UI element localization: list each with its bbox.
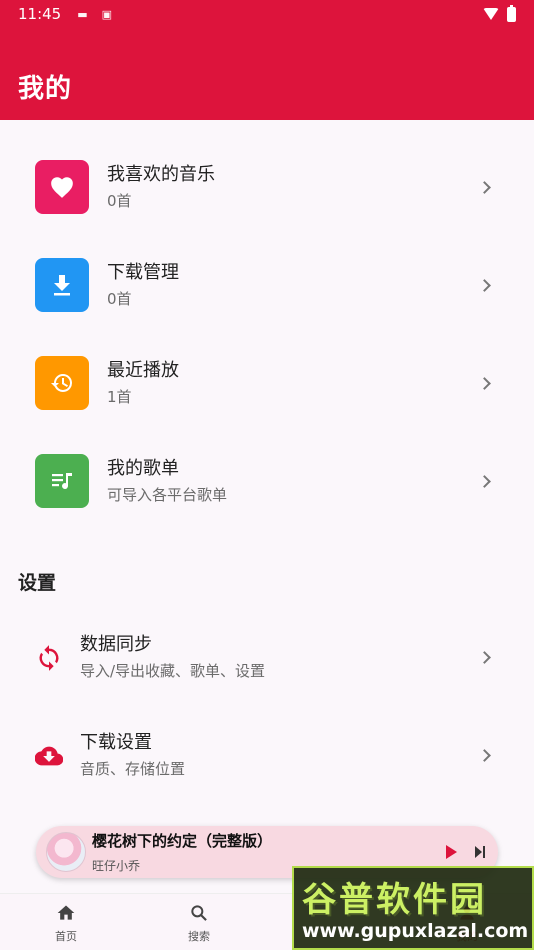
- wifi-icon: [483, 8, 499, 20]
- menu-subtitle: 可导入各平台歌单: [107, 486, 228, 504]
- setting-subtitle: 音质、存储位置: [80, 760, 186, 778]
- battery-icon: [507, 4, 516, 22]
- cloud-download-icon: [35, 746, 63, 766]
- tab-home[interactable]: 首页: [21, 894, 111, 950]
- settings-heading: 设置: [18, 572, 57, 594]
- setting-item-sync[interactable]: 数据同步 导入/导出收藏、歌单、设置: [0, 613, 534, 703]
- notification-icon: ▬: [77, 7, 88, 21]
- menu-subtitle: 0首: [107, 290, 132, 308]
- heart-icon: [35, 160, 89, 214]
- menu-item-downloads[interactable]: 下载管理 0首: [0, 236, 534, 334]
- menu-title: 我的歌单: [107, 458, 179, 479]
- tab-label: 搜索: [188, 930, 210, 943]
- watermark: 谷普软件园 www.gupuxlazal.com: [292, 866, 534, 950]
- status-time: 11:45: [18, 5, 62, 23]
- history-icon: [35, 356, 89, 410]
- tab-label: 首页: [55, 930, 77, 943]
- setting-item-download[interactable]: 下载设置 音质、存储位置: [0, 711, 534, 801]
- menu-title: 最近播放: [107, 360, 179, 381]
- menu-item-recent[interactable]: 最近播放 1首: [0, 334, 534, 432]
- a-icon: ▣: [101, 7, 113, 21]
- menu-item-favorites[interactable]: 我喜欢的音乐 0首: [0, 138, 534, 236]
- chevron-right-icon: [478, 651, 491, 664]
- playlist-icon: [35, 454, 89, 508]
- skip-next-icon[interactable]: [474, 845, 486, 859]
- sync-icon: [39, 645, 59, 671]
- chevron-right-icon: [478, 474, 491, 488]
- home-icon: [57, 905, 75, 920]
- menu-subtitle: 0首: [107, 192, 132, 210]
- page-title: 我的: [18, 74, 73, 104]
- app-header: 11:45 ▬ ▣ 我的: [0, 0, 534, 120]
- chevron-right-icon: [478, 376, 491, 390]
- tab-search[interactable]: 搜索: [154, 894, 244, 950]
- play-icon[interactable]: [446, 845, 457, 859]
- search-icon: [191, 905, 207, 921]
- menu-title: 我喜欢的音乐: [107, 164, 215, 185]
- menu-subtitle: 1首: [107, 388, 132, 406]
- setting-subtitle: 导入/导出收藏、歌单、设置: [80, 662, 266, 680]
- setting-title: 数据同步: [80, 634, 152, 655]
- status-bar: 11:45 ▬ ▣: [0, 0, 534, 28]
- chevron-right-icon: [478, 180, 491, 194]
- setting-title: 下载设置: [80, 732, 152, 753]
- watermark-url: www.gupuxlazal.com: [302, 920, 529, 942]
- menu-title: 下载管理: [107, 262, 179, 283]
- menu-item-playlists[interactable]: 我的歌单 可导入各平台歌单: [0, 432, 534, 530]
- chevron-right-icon: [478, 749, 491, 762]
- watermark-text: 谷普软件园: [302, 880, 487, 920]
- album-art: [46, 832, 86, 872]
- song-artist: 旺仔小乔: [92, 859, 141, 873]
- song-title: 樱花树下的约定（完整版）: [92, 832, 273, 850]
- chevron-right-icon: [478, 278, 491, 292]
- download-icon: [35, 258, 89, 312]
